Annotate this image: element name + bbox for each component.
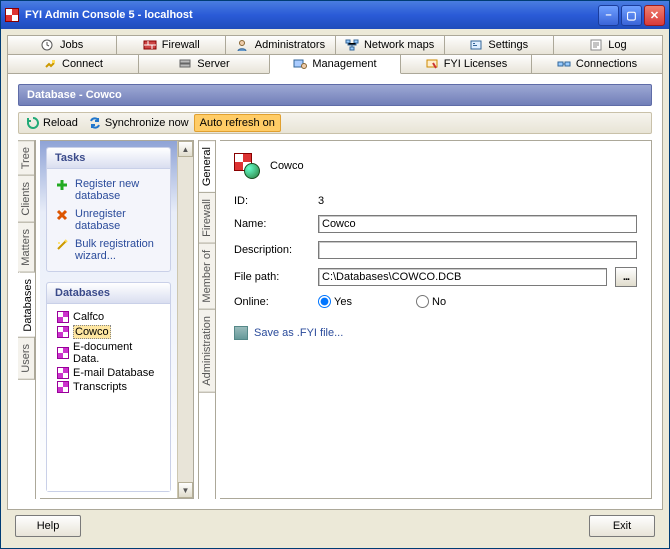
tab-connections[interactable]: Connections (531, 54, 663, 74)
vtab-users[interactable]: Users (18, 337, 35, 380)
detail-pane: Cowco ID: 3 Name: Description: (220, 140, 652, 499)
log-icon (589, 39, 603, 51)
reload-button[interactable]: Reload (21, 114, 83, 132)
tab-server[interactable]: Server (138, 54, 270, 74)
db-icon (57, 311, 69, 323)
tab-fyi-licenses[interactable]: FYI Licenses (400, 54, 532, 74)
left-scrollbar[interactable]: ▲ ▼ (177, 141, 193, 498)
label-id: ID: (234, 195, 310, 207)
tab-administrators[interactable]: Administrators (225, 35, 335, 55)
db-item-cowco[interactable]: Cowco (55, 324, 162, 340)
databases-panel: Databases Calfco Cowco E-document Data. … (46, 282, 171, 492)
browse-button[interactable]: ... (615, 267, 637, 287)
input-description[interactable] (318, 241, 637, 259)
tab-management[interactable]: Management (269, 54, 401, 74)
scroll-track[interactable] (178, 157, 193, 482)
title-bar: FYI Admin Console 5 - localhost – ▢ ✕ (1, 1, 669, 29)
dtab-member-of[interactable]: Member of (199, 243, 215, 310)
license-icon (425, 58, 439, 70)
value-id: 3 (318, 195, 324, 207)
task-register-db[interactable]: Register new database (55, 175, 162, 205)
auto-refresh-toggle[interactable]: Auto refresh on (194, 114, 281, 132)
tab-log[interactable]: Log (553, 35, 663, 55)
vtab-clients[interactable]: Clients (18, 175, 35, 223)
firewall-icon (143, 39, 157, 51)
help-button[interactable]: Help (15, 515, 81, 537)
db-item-calfco[interactable]: Calfco (55, 310, 162, 324)
wizard-icon (55, 238, 69, 252)
task-bulk-wizard[interactable]: Bulk registration wizard... (55, 235, 162, 265)
tab-network-maps[interactable]: Network maps (335, 35, 445, 55)
scroll-up-button[interactable]: ▲ (178, 141, 193, 157)
label-name: Name: (234, 218, 310, 230)
db-icon (57, 367, 69, 379)
label-online: Online: (234, 296, 310, 308)
reload-icon (26, 116, 40, 130)
label-description: Description: (234, 244, 310, 256)
database-large-icon (234, 153, 260, 179)
db-item-email[interactable]: E-mail Database (55, 366, 162, 380)
db-icon (57, 381, 69, 393)
tab-jobs[interactable]: Jobs (7, 35, 117, 55)
left-vertical-tabs: Tree Clients Matters Databases Users (18, 140, 36, 499)
settings-icon (469, 39, 483, 51)
app-icon (5, 8, 19, 22)
radio-online-yes[interactable]: Yes (318, 295, 394, 308)
dtab-firewall[interactable]: Firewall (199, 192, 215, 244)
task-unregister-db[interactable]: Unregister database (55, 205, 162, 235)
input-name[interactable] (318, 215, 637, 233)
database-header: Database - Cowco (18, 84, 652, 106)
vtab-matters[interactable]: Matters (18, 222, 35, 273)
tab-firewall[interactable]: Firewall (116, 35, 226, 55)
vtab-tree[interactable]: Tree (18, 140, 35, 176)
vtab-databases[interactable]: Databases (19, 272, 36, 339)
x-icon (55, 208, 69, 222)
network-icon (345, 39, 359, 51)
radio-yes-input[interactable] (318, 295, 331, 308)
footer: Help Exit (7, 510, 663, 542)
db-icon (57, 347, 69, 359)
database-toolbar: Reload Synchronize now Auto refresh on (18, 112, 652, 134)
server-icon (178, 58, 192, 70)
databases-title: Databases (47, 283, 170, 304)
sync-button[interactable]: Synchronize now (83, 114, 194, 132)
clock-icon (41, 39, 55, 51)
connections-icon (557, 58, 571, 70)
save-icon (234, 326, 248, 340)
connect-icon (43, 58, 57, 70)
input-filepath[interactable] (318, 268, 607, 286)
tab-settings[interactable]: Settings (444, 35, 554, 55)
detail-title: Cowco (270, 160, 304, 172)
dtab-administration[interactable]: Administration (199, 309, 215, 393)
exit-button[interactable]: Exit (589, 515, 655, 537)
minimize-button[interactable]: – (598, 5, 619, 26)
tasks-title: Tasks (47, 148, 170, 169)
dtab-general[interactable]: General (199, 140, 215, 193)
tasks-panel: Tasks Register new database Unregister d… (46, 147, 171, 272)
admin-icon (236, 39, 250, 51)
db-item-edocument[interactable]: E-document Data. (55, 340, 162, 366)
radio-no-input[interactable] (416, 295, 429, 308)
sync-icon (88, 116, 102, 130)
db-icon (57, 326, 69, 338)
save-as-fyi-link[interactable]: Save as .FYI file... (234, 326, 637, 340)
close-button[interactable]: ✕ (644, 5, 665, 26)
top-tabs-row1: Jobs Firewall Administrators Network map… (7, 35, 663, 55)
management-icon (293, 58, 307, 70)
radio-online-no[interactable]: No (416, 295, 492, 308)
plus-icon (55, 178, 69, 192)
maximize-button[interactable]: ▢ (621, 5, 642, 26)
scroll-down-button[interactable]: ▼ (178, 482, 193, 498)
tab-connect[interactable]: Connect (7, 54, 139, 74)
db-item-transcripts[interactable]: Transcripts (55, 380, 162, 394)
label-filepath: File path: (234, 271, 310, 283)
top-tabs-row2: Connect Server Management FYI Licenses C… (7, 54, 663, 74)
window-title: FYI Admin Console 5 - localhost (25, 9, 592, 21)
detail-vertical-tabs: General Firewall Member of Administratio… (198, 140, 216, 499)
